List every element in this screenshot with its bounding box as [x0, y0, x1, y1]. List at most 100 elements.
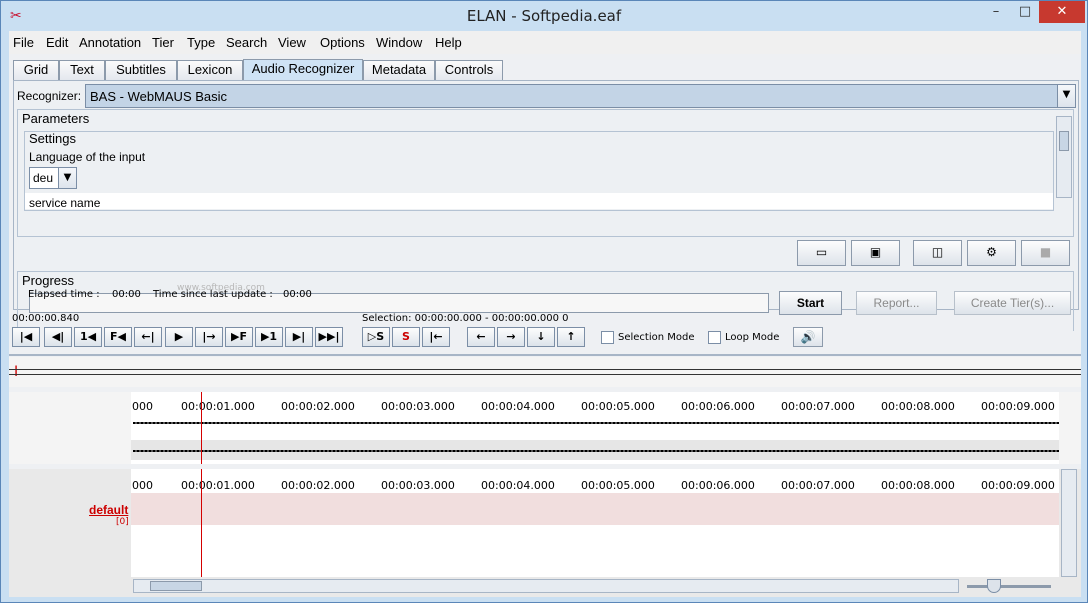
- menu-window[interactable]: Window: [376, 35, 422, 50]
- menu-bar: File Edit Annotation Tier Type Search Vi…: [9, 31, 1081, 54]
- recognizer-value: BAS - WebMAUS Basic: [90, 89, 228, 104]
- ruler-label: 00:00:06.000: [681, 479, 755, 492]
- main-client-area: File Edit Annotation Tier Type Search Vi…: [9, 31, 1081, 597]
- create-tiers-button[interactable]: Create Tier(s)...: [954, 291, 1071, 315]
- menu-help[interactable]: Help: [435, 35, 462, 50]
- ruler-label: 00:00:04.000: [481, 479, 555, 492]
- next-pixel-button[interactable]: ▶F: [225, 327, 253, 347]
- menu-file[interactable]: File: [13, 35, 34, 50]
- tier-name[interactable]: default: [89, 503, 128, 517]
- chevron-down-icon[interactable]: ▼: [58, 168, 76, 188]
- waveform-channel-1: [133, 422, 1059, 424]
- left-arrow-button[interactable]: ←: [467, 327, 495, 347]
- play-back-button[interactable]: ←|: [134, 327, 162, 347]
- go-to-begin-button[interactable]: |◀: [12, 327, 40, 347]
- splitter[interactable]: [9, 354, 1081, 356]
- settings-title: Settings: [29, 131, 76, 146]
- down-arrow-button[interactable]: ↓: [527, 327, 555, 347]
- tab-audio-recognizer[interactable]: Audio Recognizer: [243, 59, 363, 80]
- open-folder-icon[interactable]: ▭: [797, 240, 846, 266]
- ruler-label: 00:00:01.000: [181, 400, 255, 413]
- tab-metadata[interactable]: Metadata: [363, 60, 435, 80]
- progress-title: Progress: [22, 273, 75, 288]
- tier-annotation-count: [0]: [116, 517, 129, 527]
- previous-frame-button[interactable]: ◀|: [44, 327, 72, 347]
- language-select[interactable]: deu ▼: [29, 167, 77, 189]
- timeline-horizontal-scrollbar[interactable]: [133, 579, 959, 593]
- watermark: www.softpedia.com: [177, 283, 265, 293]
- previous-pixel-button[interactable]: F◀: [104, 327, 132, 347]
- since-value: 00:00: [283, 289, 312, 300]
- menu-annotation[interactable]: Annotation: [79, 35, 141, 50]
- up-arrow-button[interactable]: ↑: [557, 327, 585, 347]
- current-time: 00:00:00.840: [12, 313, 80, 324]
- zoom-slider[interactable]: [967, 579, 1051, 593]
- window-title: ELAN - Softpedia.eaf: [466, 7, 622, 25]
- right-arrow-button[interactable]: →: [497, 327, 525, 347]
- language-label: Language of the input: [29, 150, 146, 164]
- selection-mode-checkbox[interactable]: [601, 331, 614, 344]
- timeline-vertical-scrollbar[interactable]: [1061, 469, 1077, 577]
- parameters-scrollbar[interactable]: [1056, 116, 1072, 198]
- tier-row-default[interactable]: [131, 493, 1059, 525]
- recognizer-select[interactable]: BAS - WebMAUS Basic ▼: [85, 84, 1076, 108]
- loop-mode-checkbox[interactable]: [708, 331, 721, 344]
- close-button[interactable]: ✕: [1039, 1, 1085, 23]
- elapsed-label: Elapsed time :: [28, 289, 100, 300]
- play-forward-button[interactable]: |→: [195, 327, 223, 347]
- audio-recognizer-panel: Recognizer: BAS - WebMAUS Basic ▼ Parame…: [13, 80, 1079, 331]
- ruler-label: 00:00:04.000: [481, 400, 555, 413]
- go-to-end-button[interactable]: ▶▶|: [315, 327, 343, 347]
- menu-search[interactable]: Search: [226, 35, 267, 50]
- scrollbar-thumb[interactable]: [1059, 131, 1069, 151]
- menu-edit[interactable]: Edit: [46, 35, 68, 50]
- cursor-marker-icon: I: [14, 364, 19, 380]
- tab-grid[interactable]: Grid: [13, 60, 59, 80]
- selection-line: [9, 369, 1081, 370]
- previous-second-button[interactable]: 1◀: [74, 327, 102, 347]
- scrollbar-thumb[interactable]: [150, 581, 202, 591]
- menu-type[interactable]: Type: [187, 35, 215, 50]
- selection-band: I: [9, 357, 1081, 387]
- selection-mode-label: Selection Mode: [618, 332, 695, 343]
- menu-options[interactable]: Options: [320, 35, 365, 50]
- selection-boundary-button[interactable]: |←: [422, 327, 450, 347]
- tab-lexicon[interactable]: Lexicon: [177, 60, 243, 80]
- tab-subtitles[interactable]: Subtitles: [105, 60, 177, 80]
- next-frame-button[interactable]: ▶|: [285, 327, 313, 347]
- ruler-label: 00:00:08.000: [881, 479, 955, 492]
- selection-line: [9, 374, 1081, 375]
- play-selection-button[interactable]: ▷S: [362, 327, 390, 347]
- timeline-viewer[interactable]: 000 00:00:01.000 00:00:02.000 00:00:03.0…: [9, 469, 1081, 597]
- service-row: service name: [25, 193, 1053, 210]
- ruler-label: 000: [132, 479, 153, 492]
- tab-text[interactable]: Text: [59, 60, 105, 80]
- save-icon[interactable]: ▣: [851, 240, 900, 266]
- stop-icon[interactable]: ■: [1021, 240, 1070, 266]
- maximize-button[interactable]: □: [1011, 1, 1039, 23]
- menu-view[interactable]: View: [278, 35, 306, 50]
- report-button[interactable]: Report...: [856, 291, 937, 315]
- zoom-slider-thumb[interactable]: [987, 579, 1001, 593]
- ruler-label: 00:00:09.000: [981, 479, 1055, 492]
- start-button[interactable]: Start: [779, 291, 842, 315]
- chevron-down-icon[interactable]: ▼: [1057, 85, 1075, 107]
- tab-controls[interactable]: Controls: [435, 60, 503, 80]
- window-icon[interactable]: ◫: [913, 240, 962, 266]
- next-second-button[interactable]: ▶1: [255, 327, 283, 347]
- waveform-viewer[interactable]: 000 00:00:01.000 00:00:02.000 00:00:03.0…: [9, 392, 1081, 464]
- elapsed-value: 00:00: [112, 289, 141, 300]
- waveform-channel-2: [133, 450, 1059, 452]
- ruler-label: 000: [132, 400, 153, 413]
- ruler-label: 00:00:03.000: [381, 479, 455, 492]
- play-button[interactable]: ▶: [165, 327, 193, 347]
- ruler-label: 00:00:05.000: [581, 400, 655, 413]
- minimize-button[interactable]: –: [981, 1, 1011, 23]
- menu-tier[interactable]: Tier: [152, 35, 174, 50]
- clear-selection-button[interactable]: S: [392, 327, 420, 347]
- ruler-label: 00:00:03.000: [381, 400, 455, 413]
- playhead-cursor: [201, 392, 202, 464]
- gear-icon[interactable]: ⚙: [967, 240, 1016, 266]
- ruler-label: 00:00:07.000: [781, 400, 855, 413]
- volume-icon[interactable]: 🔊: [793, 327, 823, 347]
